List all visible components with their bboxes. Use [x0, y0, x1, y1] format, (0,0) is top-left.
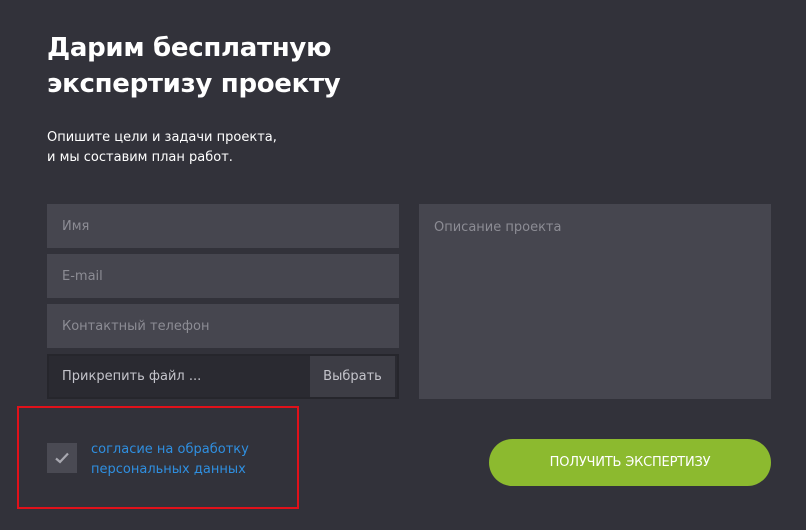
title-line-1: Дарим бесплатную [47, 33, 332, 63]
phone-input[interactable] [47, 304, 399, 348]
consent-checkbox[interactable] [47, 443, 77, 473]
file-choose-button[interactable]: Выбрать [310, 356, 395, 397]
email-input[interactable] [47, 254, 399, 298]
project-description-textarea[interactable] [419, 204, 771, 399]
consent-line-1: согласие на обработку [91, 442, 249, 457]
subtitle-line-2: и мы составим план работ. [47, 150, 233, 165]
consent-line-2: персональных данных [91, 462, 246, 477]
submit-button[interactable]: ПОЛУЧИТЬ ЭКСПЕРТИЗУ [489, 439, 771, 486]
subtitle-line-1: Опишите цели и задачи проекта, [47, 130, 277, 145]
page-title: Дарим бесплатную экспертизу проекту [47, 30, 407, 102]
check-icon [55, 452, 69, 464]
page-subtitle: Опишите цели и задачи проекта, и мы сост… [47, 128, 367, 168]
name-input[interactable] [47, 204, 399, 248]
consent-link[interactable]: согласие на обработку персональных данны… [91, 440, 291, 480]
file-attach-field[interactable]: Прикрепить файл ... Выбрать [47, 354, 399, 399]
file-attach-label: Прикрепить файл ... [62, 369, 202, 384]
title-line-2: экспертизу проекту [47, 69, 341, 99]
